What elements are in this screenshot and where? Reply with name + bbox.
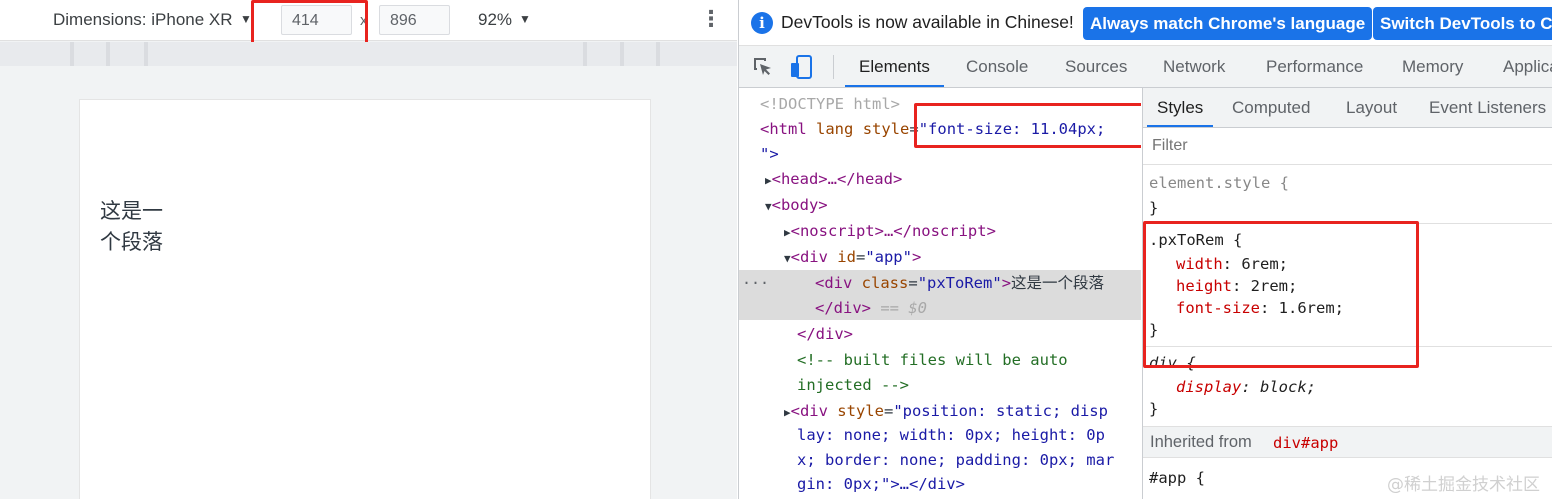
ruler-segment[interactable] [587,42,620,66]
rule-close-brace: } [1149,199,1159,217]
styles-filter-bar [1143,128,1552,165]
paragraph-line: 个段落 [100,231,163,254]
zoom-select[interactable]: 92% [478,10,512,30]
dom-node-comment-cont[interactable]: injected --> [739,373,1141,398]
dimensions-label[interactable]: Dimensions: iPhone XR [53,10,233,30]
dom-tree: <!DOCTYPE html> <html lang style="font-s… [739,88,1141,499]
dom-node-div-end[interactable]: </div> == $0 [739,296,1141,321]
ruler-segment[interactable] [660,42,737,66]
tab-application[interactable]: Application [1503,46,1552,87]
inspect-element-icon[interactable] [752,56,774,78]
expand-arrow-icon: ▶ [784,226,791,239]
dom-node-div-style-cont[interactable]: lay: none; width: 0px; height: 0p [739,423,1141,448]
dom-node-head[interactable]: ▶<head>…</head> [739,167,1141,192]
tab-layout[interactable]: Layout [1346,88,1397,127]
paragraph-line: 这是一 [100,200,163,223]
tab-styles[interactable]: Styles [1147,88,1214,127]
styles-sidebar: Styles Computed Layout Event Listeners e… [1142,88,1552,499]
dom-node-body[interactable]: ▼<body> [739,193,1141,218]
tab-computed[interactable]: Computed [1232,88,1310,127]
font-size-highlight-box [914,103,1141,148]
tab-performance[interactable]: Performance [1266,46,1363,87]
app-selector[interactable]: #app { [1149,467,1205,489]
styles-tabbar: Styles Computed Layout Event Listeners [1143,88,1552,128]
collapse-arrow-icon: ▼ [784,252,791,265]
node-actions-ellipsis-icon[interactable]: ··· [742,271,769,295]
collapse-arrow-icon: ▼ [765,200,772,213]
language-infobar: i DevTools is now available in Chinese! … [739,0,1552,46]
inherited-header: Inherited from div#app [1143,426,1552,458]
px-to-rem-paragraph: 这是一 个段落 [100,196,163,258]
dom-node-div-pxtorem[interactable]: <div class="pxToRem">这是一个段落 [739,271,1141,296]
device-pane: Dimensions: iPhone XR ▼ 414 x 896 92% ▼ … [0,0,737,499]
dom-node-comment[interactable]: <!-- built files will be auto [739,348,1141,373]
dom-node-div-style-cont[interactable]: gin: 0px;">…</div> [739,472,1141,497]
devtools-panel: i DevTools is now available in Chinese! … [738,0,1552,499]
always-match-language-button[interactable]: Always match Chrome's language [1083,7,1373,40]
devtools-tabbar: Elements Console Sources Network Perform… [739,46,1552,88]
device-toolbar: Dimensions: iPhone XR ▼ 414 x 896 92% ▼ … [0,0,737,49]
device-viewport: 这是一 个段落 [79,99,651,499]
toolbar-divider [833,55,834,79]
tab-network[interactable]: Network [1163,46,1225,87]
dom-node-div-style[interactable]: ▶<div style="position: static; disp [739,399,1141,424]
infobar-message: DevTools is now available in Chinese! [781,12,1074,32]
expand-arrow-icon: ▶ [784,406,791,419]
tab-console[interactable]: Console [966,46,1028,87]
dom-node-div-app-end[interactable]: </div> [739,322,1141,347]
switch-devtools-language-button[interactable]: Switch DevTools to Chinese [1373,7,1552,40]
dom-node-div-style-cont[interactable]: x; border: none; padding: 0px; mar [739,448,1141,473]
expand-arrow-icon: ▶ [765,174,772,187]
watermark: @稀土掘金技术社区 [1387,475,1540,495]
tab-elements[interactable]: Elements [845,46,944,87]
tab-memory[interactable]: Memory [1402,46,1463,87]
pxtorem-highlight-box [1143,221,1419,368]
element-style-selector[interactable]: element.style { [1149,172,1289,194]
inherited-label: Inherited from [1150,433,1252,451]
tab-sources[interactable]: Sources [1065,46,1127,87]
media-query-ruler[interactable] [0,42,737,66]
display-declaration[interactable]: display: block; [1176,376,1316,398]
ruler-segment[interactable] [110,42,144,66]
height-input[interactable]: 896 [379,5,450,35]
tab-event-listeners[interactable]: Event Listeners [1429,88,1546,127]
dom-node-div-app[interactable]: ▼<div id="app"> [739,245,1141,270]
styles-filter-input[interactable] [1148,134,1546,158]
ruler-segment[interactable] [74,42,106,66]
inherited-from-link[interactable]: div#app [1273,434,1338,452]
dom-node-noscript[interactable]: ▶<noscript>…</noscript> [739,219,1141,244]
device-toolbar-toggle-icon[interactable] [788,54,816,80]
zoom-dropdown-icon[interactable]: ▼ [519,12,531,26]
more-options-icon[interactable]: ⋮ [700,6,722,32]
info-icon: i [751,12,773,34]
ruler-segment[interactable] [0,42,70,66]
ruler-segment[interactable] [148,42,583,66]
rule-close-brace: } [1149,400,1159,418]
ruler-segment[interactable] [624,42,656,66]
